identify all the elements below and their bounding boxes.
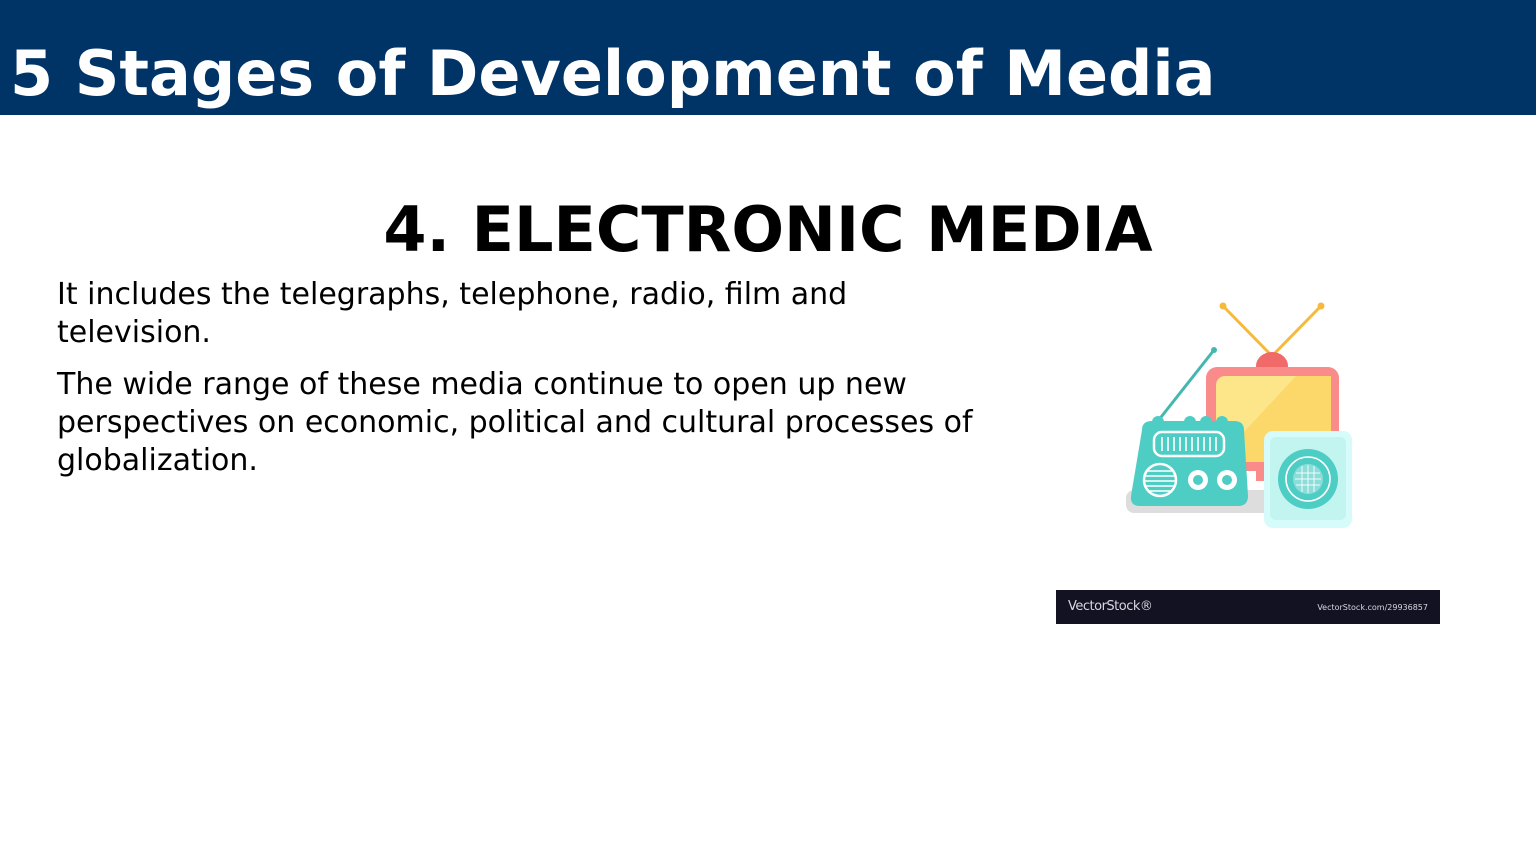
section-heading: 4. ELECTRONIC MEDIA xyxy=(383,193,1153,254)
header-bar: 5 Stages of Development of Media xyxy=(0,0,1536,115)
body-paragraph: It includes the telegraphs, telephone, r… xyxy=(57,277,848,350)
radio-tv-illustration xyxy=(1126,302,1352,528)
speaker-icon xyxy=(1264,431,1352,528)
tv-antenna-icon xyxy=(1219,302,1325,358)
watermark-logo: VectorStock® xyxy=(1068,599,1153,614)
section-heading-container: 4. ELECTRONIC MEDIA xyxy=(0,190,1536,254)
body-text: It includes the telegraphs, telephone, r… xyxy=(57,276,1007,494)
body-paragraph: The wide range of these media continue t… xyxy=(57,367,973,478)
watermark-bar: VectorStock® VectorStock.com/29936857 xyxy=(1056,590,1440,624)
slide-title: 5 Stages of Development of Media xyxy=(10,37,1216,110)
watermark-url: VectorStock.com/29936857 xyxy=(1317,603,1428,612)
